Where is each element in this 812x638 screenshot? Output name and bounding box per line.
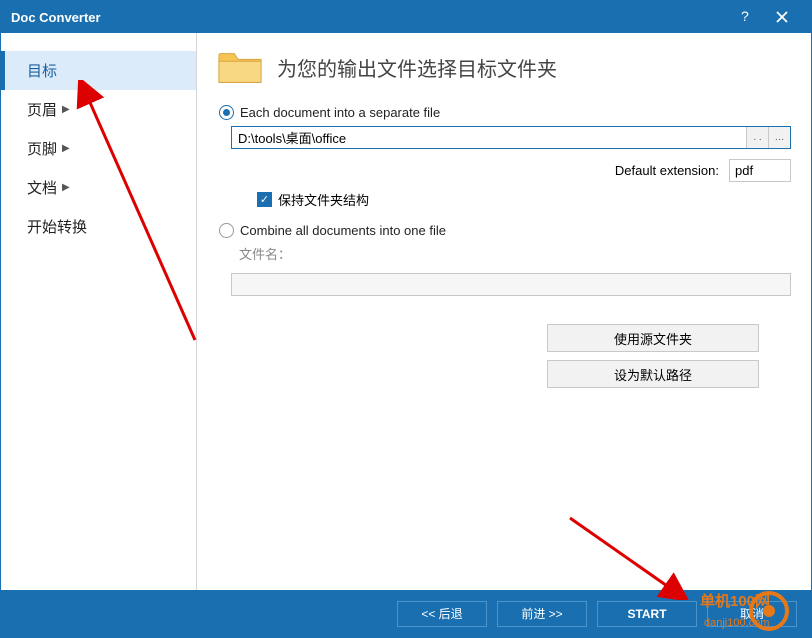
keep-folder-structure-checkbox[interactable]: ✓ 保持文件夹结构 bbox=[257, 190, 791, 209]
radio-combine-documents[interactable]: Combine all documents into one file bbox=[219, 223, 791, 238]
main-panel: 为您的输出文件选择目标文件夹 Each document into a sepa… bbox=[197, 33, 811, 590]
default-extension-input[interactable] bbox=[729, 159, 791, 182]
checkbox-label: 保持文件夹结构 bbox=[278, 190, 369, 209]
use-source-folder-button[interactable]: 使用源文件夹 bbox=[547, 324, 759, 352]
path-parent-button[interactable]: . . bbox=[746, 127, 768, 148]
help-button[interactable]: ? bbox=[725, 1, 763, 33]
set-default-path-button[interactable]: 设为默认路径 bbox=[547, 360, 759, 388]
start-button[interactable]: START bbox=[597, 601, 697, 627]
sidebar-item-label: 开始转换 bbox=[27, 216, 87, 237]
close-button[interactable] bbox=[763, 1, 801, 33]
sidebar-item-label: 文档 bbox=[27, 177, 57, 198]
radio-each-document[interactable]: Each document into a separate file bbox=[219, 105, 791, 120]
sidebar: 目标 页眉 ▶ 页脚 ▶ 文档 ▶ 开始转换 bbox=[1, 33, 197, 590]
chevron-right-icon: ▶ bbox=[62, 104, 70, 115]
sidebar-item-header[interactable]: 页眉 ▶ bbox=[1, 90, 196, 129]
radio-label: Combine all documents into one file bbox=[240, 223, 446, 238]
footer-bar: << 后退 前进 >> START 取消 bbox=[1, 590, 811, 637]
sidebar-item-document[interactable]: 文档 ▶ bbox=[1, 168, 196, 207]
checkbox-checked-icon: ✓ bbox=[257, 192, 272, 207]
radio-label: Each document into a separate file bbox=[240, 105, 440, 120]
window-title: Doc Converter bbox=[11, 10, 725, 25]
output-path-row: . . … bbox=[231, 126, 791, 149]
sidebar-item-label: 页脚 bbox=[27, 138, 57, 159]
chevron-right-icon: ▶ bbox=[62, 182, 70, 193]
default-extension-label: Default extension: bbox=[615, 163, 719, 178]
output-path-input[interactable] bbox=[232, 127, 746, 148]
sidebar-item-footer[interactable]: 页脚 ▶ bbox=[1, 129, 196, 168]
path-browse-button[interactable]: … bbox=[768, 127, 790, 148]
combine-filename-label: 文件名： bbox=[239, 244, 791, 263]
folder-icon bbox=[217, 47, 263, 87]
titlebar: Doc Converter ? bbox=[1, 1, 811, 33]
cancel-button[interactable]: 取消 bbox=[707, 601, 797, 627]
sidebar-item-label: 页眉 bbox=[27, 99, 57, 120]
sidebar-item-destination[interactable]: 目标 bbox=[1, 51, 196, 90]
forward-button[interactable]: 前进 >> bbox=[497, 601, 587, 627]
radio-checked-icon bbox=[219, 105, 234, 120]
chevron-right-icon: ▶ bbox=[62, 143, 70, 154]
page-heading: 为您的输出文件选择目标文件夹 bbox=[277, 53, 557, 82]
radio-unchecked-icon bbox=[219, 223, 234, 238]
sidebar-item-label: 目标 bbox=[27, 60, 57, 81]
sidebar-item-start-convert[interactable]: 开始转换 bbox=[1, 207, 196, 246]
svg-text:?: ? bbox=[741, 9, 749, 24]
back-button[interactable]: << 后退 bbox=[397, 601, 487, 627]
combine-filename-input bbox=[231, 273, 791, 296]
